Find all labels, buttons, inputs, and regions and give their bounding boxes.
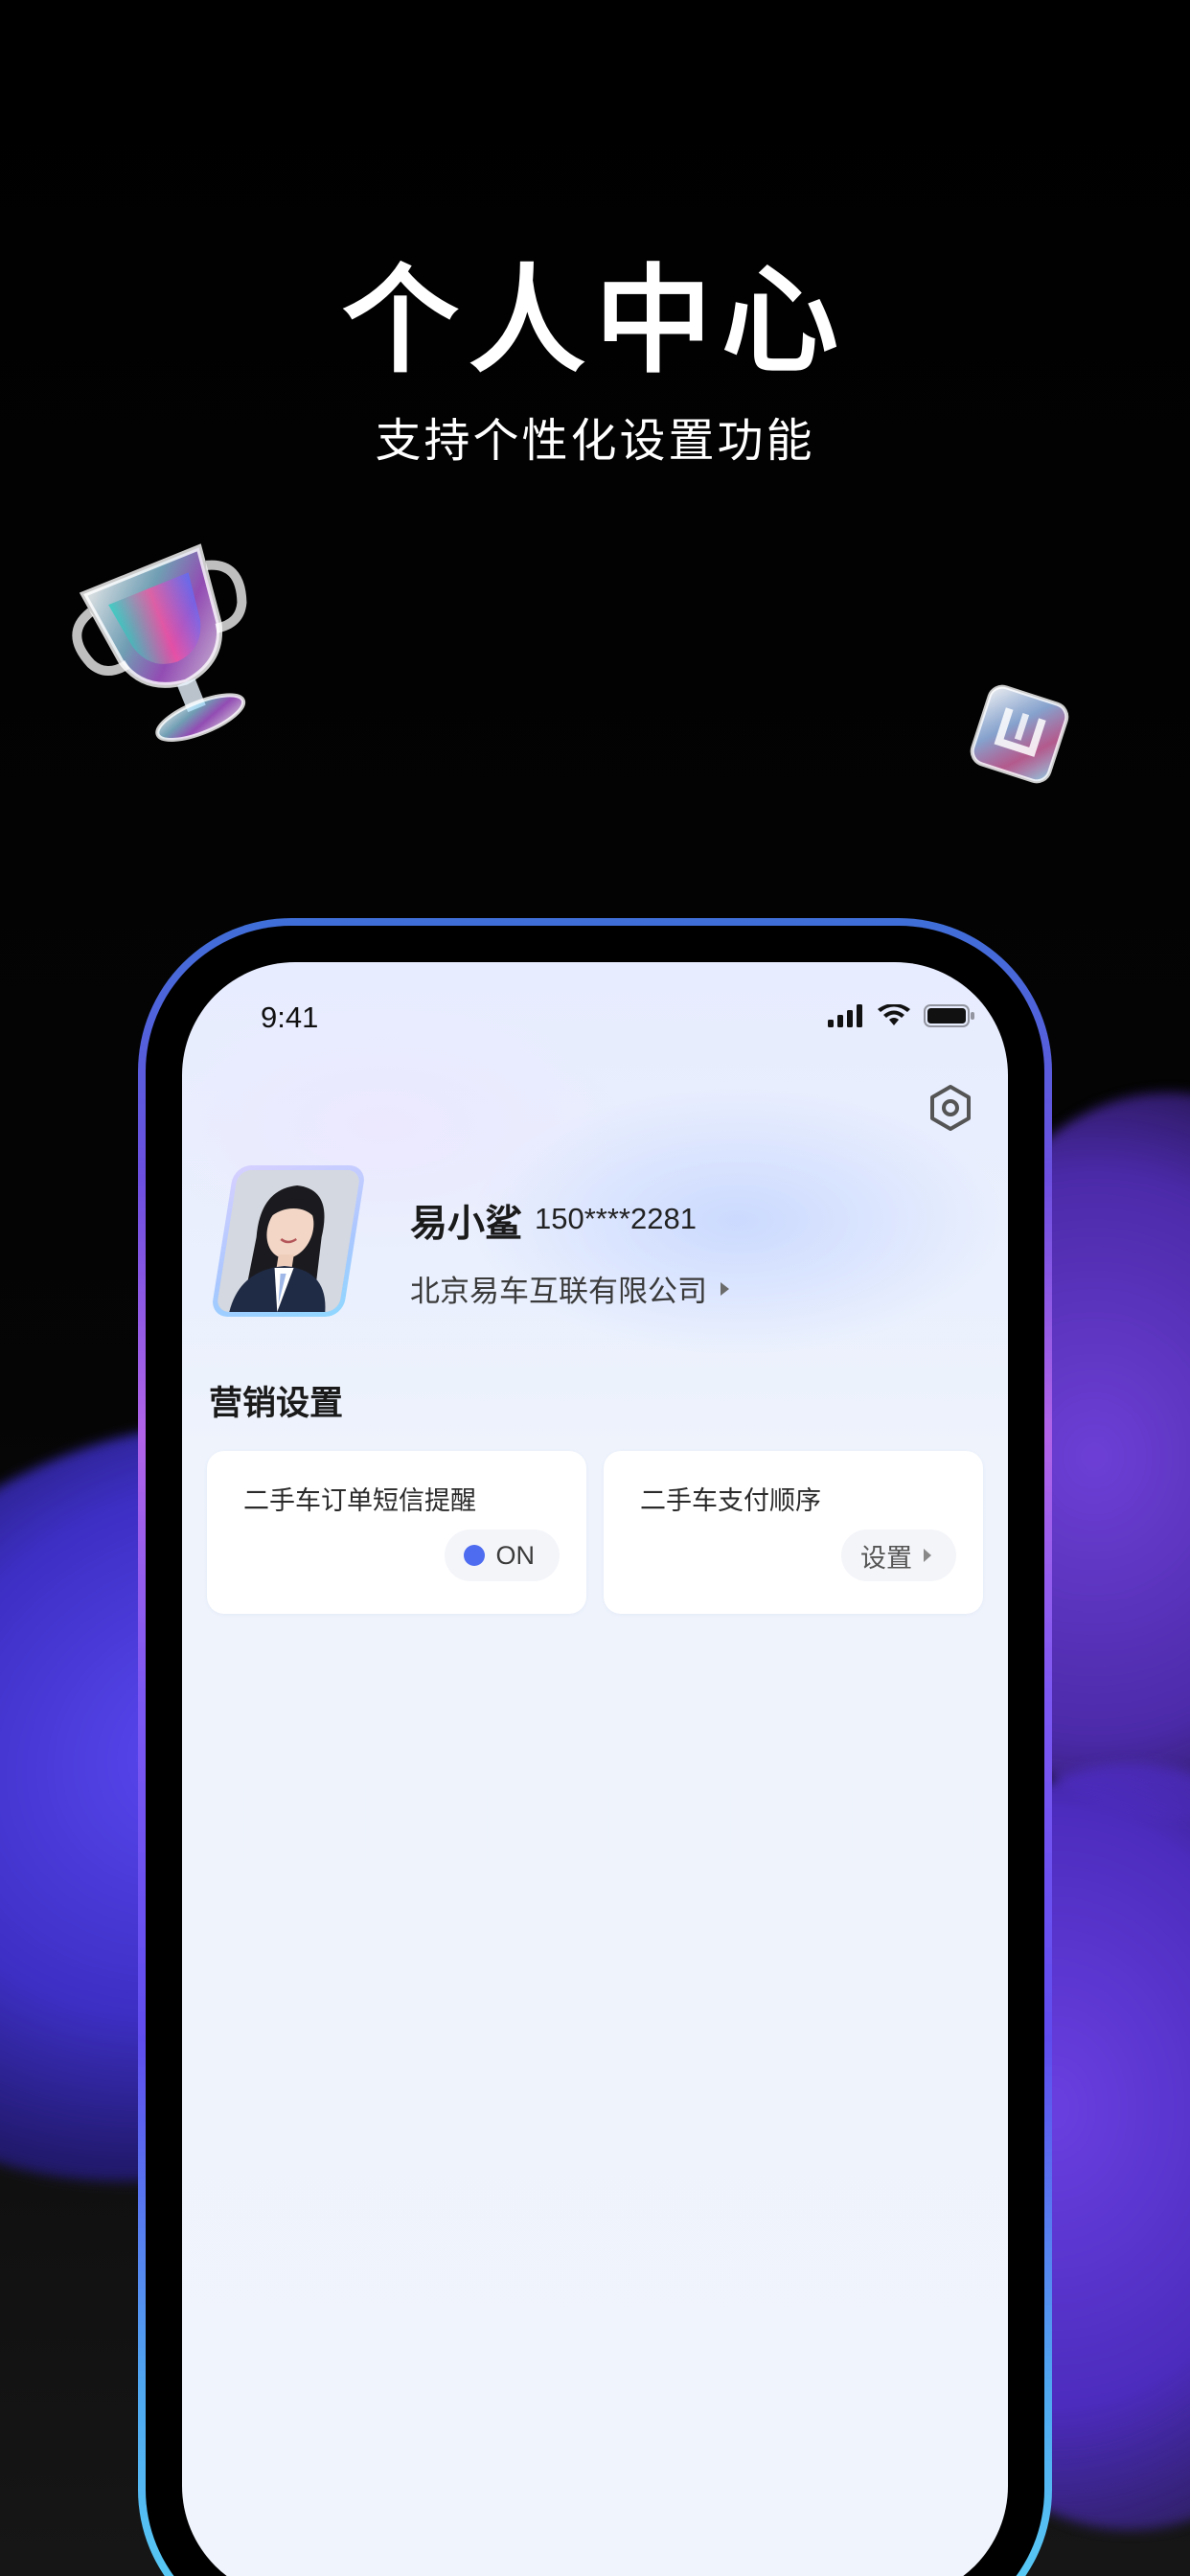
status-bar: 9:41	[182, 962, 1008, 1068]
toggle-label: ON	[495, 1540, 536, 1570]
card-label: 二手车订单短信提醒	[243, 1486, 476, 1516]
signal-icon	[828, 1004, 862, 1027]
user-phone: 150****2281	[535, 1202, 697, 1235]
company-name: 北京易车互联有限公司	[410, 1275, 707, 1309]
glass-trophy-icon	[72, 543, 247, 742]
user-name: 易小鲨	[410, 1203, 523, 1246]
settings-icon[interactable]	[926, 1083, 975, 1133]
phone-frame: 9:41 易小鲨 150****2281 北京易车互联有限公司 营销设置 二手车…	[138, 918, 1052, 2576]
marketing-settings-cards: 二手车订单短信提醒 ON 二手车支付顺序 设置	[207, 1451, 983, 1614]
avatar[interactable]	[209, 1165, 367, 1317]
hero-title: 个人中心	[342, 253, 848, 389]
card-label: 二手车支付顺序	[640, 1486, 821, 1516]
chevron-right-icon	[924, 1549, 931, 1562]
status-icons	[828, 1004, 975, 1027]
glass-cube-icon	[970, 684, 1069, 784]
chevron-right-icon	[721, 1281, 729, 1296]
sms-reminder-toggle[interactable]: ON	[444, 1530, 560, 1581]
app-screen: 9:41 易小鲨 150****2281 北京易车互联有限公司 营销设置 二手车…	[182, 962, 1008, 2576]
payment-order-settings-button[interactable]: 设置	[841, 1530, 956, 1581]
avatar-frame	[210, 1165, 367, 1317]
phone-bezel: 9:41 易小鲨 150****2281 北京易车互联有限公司 营销设置 二手车…	[146, 926, 1044, 2576]
payment-order-card: 二手车支付顺序 设置	[604, 1451, 983, 1614]
status-time: 9:41	[261, 1000, 319, 1034]
promo-stage: 个人中心 支持个性化设置功能 9:41 易小鲨 150****2281 北京易车…	[0, 0, 1190, 2576]
profile-header[interactable]: 易小鲨 150****2281 北京易车互联有限公司	[209, 1160, 979, 1322]
settings-button-label: 设置	[860, 1543, 912, 1574]
section-title-marketing: 营销设置	[209, 1385, 344, 1423]
hero-subtitle: 支持个性化设置功能	[375, 414, 815, 468]
battery-icon	[924, 1004, 974, 1027]
person-portrait-icon	[216, 1170, 361, 1312]
toggle-dot-icon	[463, 1545, 485, 1566]
company-link[interactable]: 北京易车互联有限公司	[410, 1267, 729, 1310]
sms-reminder-card: 二手车订单短信提醒 ON	[207, 1451, 586, 1614]
wifi-icon	[878, 1004, 910, 1025]
avatar-photo	[216, 1170, 361, 1312]
